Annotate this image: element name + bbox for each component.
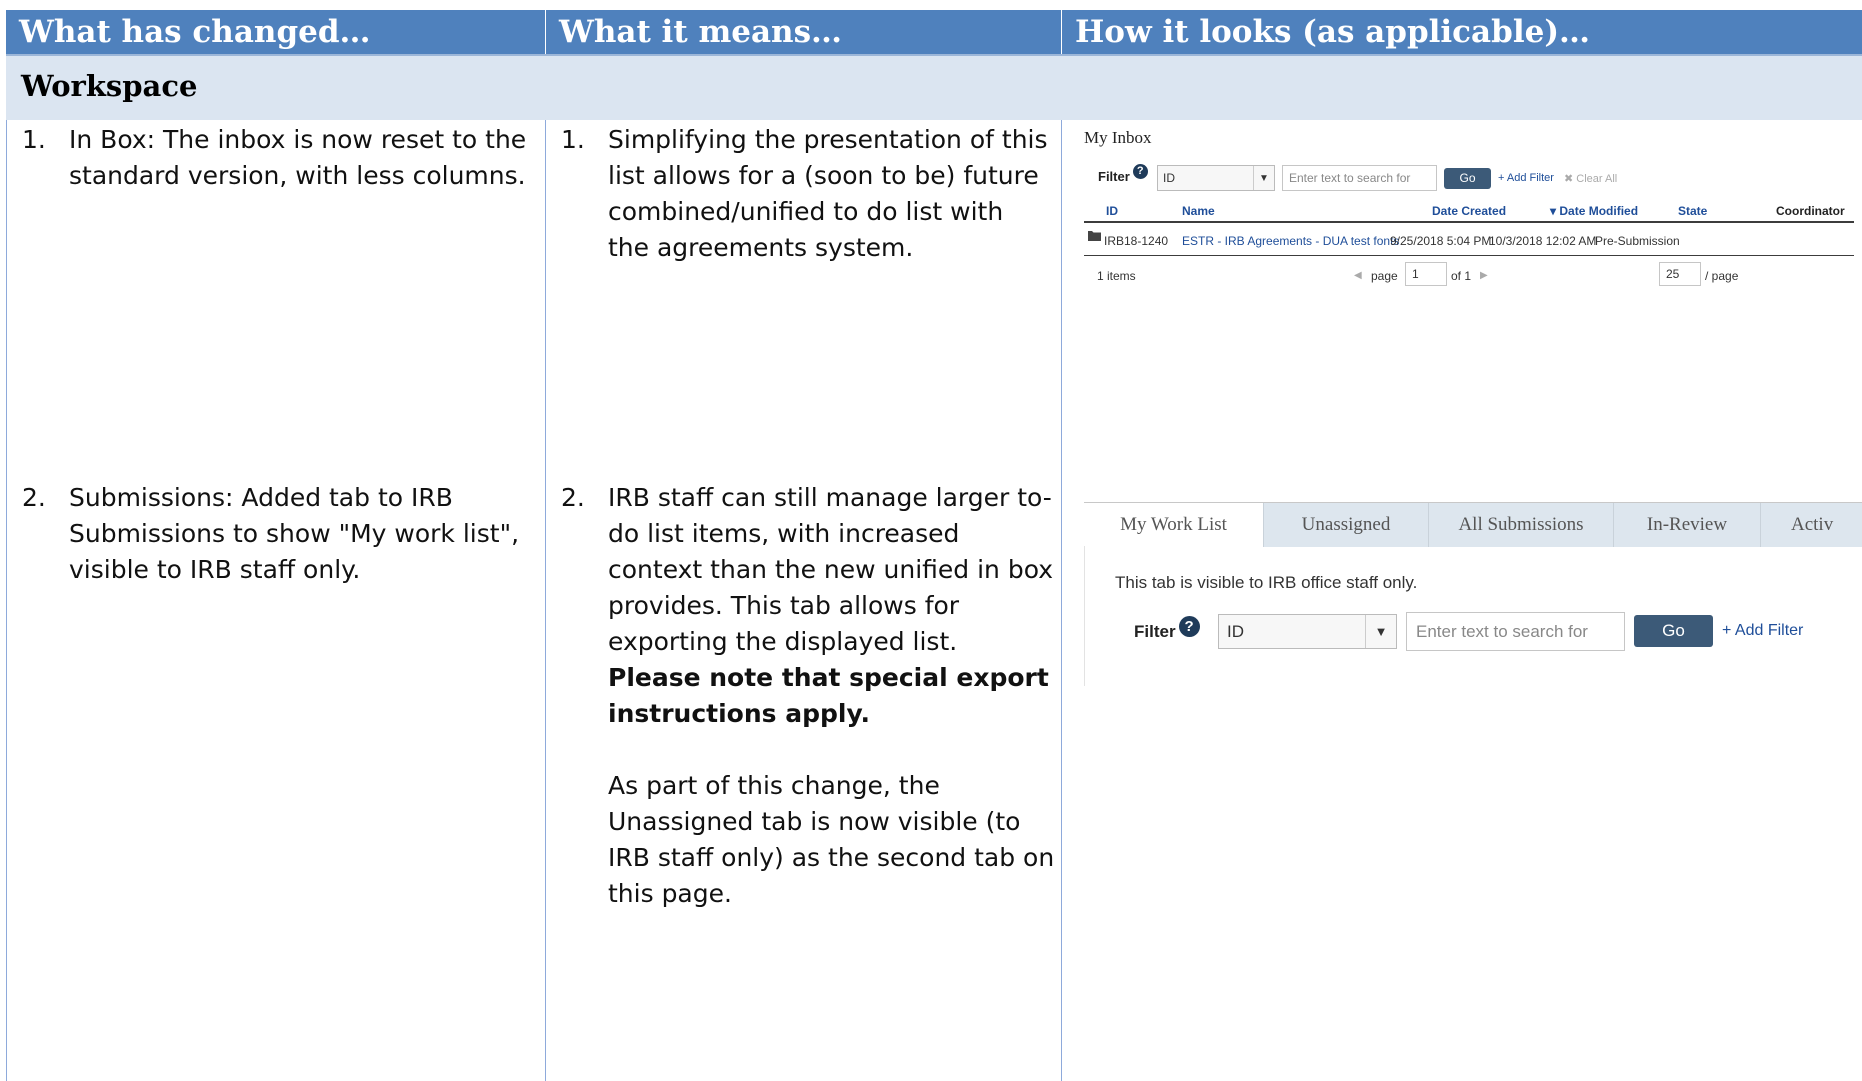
header-divider (1061, 10, 1062, 54)
export-note: Please note that special export instruct… (608, 663, 1049, 728)
page-number-value: 1 (1412, 267, 1419, 281)
inbox-screenshot: My Inbox Filter? ID ▼ Enter text to sear… (1084, 124, 1862, 294)
go-button[interactable]: Go (1444, 168, 1491, 189)
search-placeholder: Enter text to search for (1416, 622, 1588, 641)
column-header-coordinator[interactable]: Coordinator (1776, 204, 1845, 218)
header-what-changed: What has changed… (6, 10, 545, 54)
per-page-value: 25 (1666, 267, 1680, 281)
worklist-tab-bar: My Work List Unassigned All Submissions … (1084, 502, 1862, 547)
help-icon[interactable]: ? (1132, 164, 1148, 179)
filter-label: Filter? (1098, 164, 1148, 184)
inbox-title: My Inbox (1084, 128, 1152, 147)
change-item-number: 2. (22, 483, 46, 512)
chevron-down-icon: ▼ (1365, 615, 1396, 648)
tab-my-work-list[interactable]: My Work List (1084, 503, 1264, 547)
table-row-id[interactable]: IRB18-1240 (1104, 234, 1168, 248)
filter-select[interactable]: ID ▼ (1157, 165, 1275, 191)
meaning-item-number: 2. (561, 483, 585, 512)
staff-only-notice: This tab is visible to IRB office staff … (1115, 573, 1418, 592)
filter-label-text: Filter (1098, 169, 1130, 184)
page-number-input[interactable]: 1 (1405, 262, 1447, 286)
chevron-down-icon: ▼ (1253, 166, 1274, 190)
change-item-text: Submissions: Added tab to IRB Submission… (69, 483, 520, 584)
change-item-text: In Box: The inbox is now reset to the st… (69, 125, 527, 190)
header-what-it-means: What it means… (546, 10, 1061, 54)
prev-page-icon[interactable]: ◀ (1354, 270, 1362, 281)
worklist-screenshot: My Work List Unassigned All Submissions … (1084, 500, 1862, 690)
table-row-date-created: 9/25/2018 5:04 PM (1390, 234, 1492, 248)
clear-all-link[interactable]: ✖ Clear All (1564, 172, 1617, 185)
column-header-date-created[interactable]: Date Created (1432, 204, 1506, 218)
change-item-2: 2. Submissions: Added tab to IRB Submiss… (22, 480, 527, 588)
page-of-label: of 1 (1451, 269, 1472, 283)
column-header-id[interactable]: ID (1106, 204, 1118, 218)
column-header-name[interactable]: Name (1182, 204, 1215, 218)
filter-select[interactable]: ID ▼ (1218, 614, 1397, 649)
table-row-state: Pre-Submission (1595, 234, 1680, 248)
column-header-state[interactable]: State (1678, 204, 1707, 218)
column-header-date-modified[interactable]: ▾ Date Modified (1550, 204, 1638, 218)
go-button[interactable]: Go (1634, 615, 1713, 647)
table-row-name[interactable]: ESTR - IRB Agreements - DUA test fonts (1182, 234, 1399, 248)
tab-activity[interactable]: Activ (1761, 503, 1862, 547)
next-page-icon[interactable]: ▶ (1480, 270, 1488, 281)
table-header-rule (1084, 221, 1854, 223)
section-title: Workspace (21, 69, 198, 103)
document-page: What has changed… What it means… How it … (0, 0, 1862, 1081)
meaning-item-extra: As part of this change, the Unassigned t… (608, 771, 1055, 908)
tab-all-submissions[interactable]: All Submissions (1429, 503, 1614, 547)
header-divider (545, 10, 546, 54)
filter-select-value: ID (1227, 622, 1244, 641)
meaning-item-text: Simplifying the presentation of this lis… (608, 125, 1048, 262)
meaning-item-1: 1. Simplifying the presentation of this … (561, 122, 1051, 266)
per-page-input[interactable]: 25 (1659, 262, 1701, 286)
meaning-item-number: 1. (561, 125, 585, 154)
section-row: Workspace (6, 56, 1862, 120)
filter-label-text: Filter (1134, 622, 1176, 641)
search-input[interactable]: Enter text to search for (1406, 612, 1625, 651)
search-input[interactable]: Enter text to search for (1282, 165, 1437, 191)
filter-label: Filter? (1134, 616, 1200, 643)
items-count: 1 items (1097, 269, 1136, 283)
tab-unassigned[interactable]: Unassigned (1264, 503, 1429, 547)
column-divider-2 (1061, 120, 1062, 1081)
folder-icon (1088, 230, 1101, 241)
meaning-item-body: IRB staff can still manage larger to-do … (608, 480, 1056, 912)
meaning-item-text: IRB staff can still manage larger to-do … (608, 483, 1054, 656)
add-filter-link[interactable]: + Add Filter (1498, 172, 1554, 184)
change-item-number: 1. (22, 125, 46, 154)
tab-in-review[interactable]: In-Review (1614, 503, 1761, 547)
table-row-date-modified: 10/3/2018 12:02 AM (1489, 234, 1597, 248)
add-filter-link[interactable]: + Add Filter (1722, 622, 1803, 640)
per-page-label: / page (1705, 269, 1739, 283)
search-placeholder: Enter text to search for (1289, 171, 1411, 185)
column-divider-left (6, 120, 7, 1081)
header-how-it-looks: How it looks (as applicable)… (1062, 10, 1862, 54)
change-item-1: 1. In Box: The inbox is now reset to the… (22, 122, 527, 194)
meaning-item-2: 2. IRB staff can still manage larger to-… (561, 480, 1056, 912)
worklist-panel: This tab is visible to IRB office staff … (1084, 546, 1862, 686)
filter-select-value: ID (1163, 171, 1175, 185)
help-icon[interactable]: ? (1178, 616, 1200, 637)
column-divider-1 (545, 120, 546, 1081)
page-label: page (1371, 269, 1398, 283)
table-footer-rule (1084, 255, 1854, 256)
